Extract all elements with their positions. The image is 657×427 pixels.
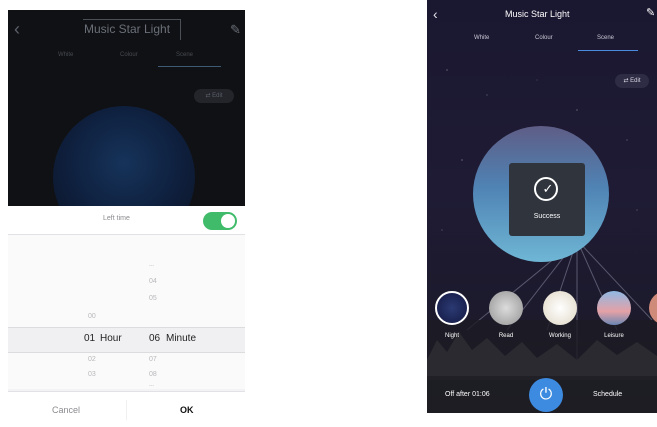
tab-scene[interactable]: Scene (597, 35, 614, 41)
left-tabs: White Colour Scene (8, 52, 245, 70)
hour-option[interactable]: 02 (88, 356, 96, 363)
check-icon: ✓ (542, 181, 554, 196)
page-title: Music Star Light (84, 22, 171, 36)
power-button[interactable]: ⏻ (529, 378, 563, 412)
button-divider (126, 400, 127, 420)
minute-option[interactable]: 08 (149, 371, 157, 378)
scene-leisure-thumb[interactable] (597, 291, 631, 325)
power-icon: ⏻ (539, 386, 553, 403)
time-picker[interactable]: 00 01 Hour 02 03 --- 04 05 06 Minute 07 … (8, 235, 245, 389)
picker-selection-band (8, 327, 245, 353)
tab-underline (158, 66, 221, 67)
scene-night-thumb[interactable] (435, 291, 469, 325)
ok-button[interactable]: OK (180, 405, 194, 415)
minute-option[interactable]: --- (149, 263, 154, 269)
edit-button[interactable]: ⇄ Edit (615, 74, 649, 88)
scene-working-thumb[interactable] (543, 291, 577, 325)
back-icon[interactable]: ‹ (433, 6, 438, 22)
sheet-buttons: Cancel OK (8, 391, 245, 426)
hour-unit-label: Hour (100, 333, 122, 344)
scene-night-label: Night (444, 333, 459, 339)
pencil-icon[interactable]: ✎ (230, 22, 241, 38)
left-time-label: Left time (103, 215, 130, 222)
right-screen: ‹ Music Star Light ✎ White Colour Scene … (427, 0, 657, 413)
minute-option[interactable]: 05 (149, 295, 157, 302)
scene-working-label: Working (549, 333, 571, 339)
off-after-timer[interactable]: Off after 01:06 (445, 391, 490, 398)
minute-option[interactable]: 04 (149, 278, 157, 285)
bottom-bar: Off after 01:06 ⏻ Schedule (427, 376, 657, 413)
minute-option[interactable]: 07 (149, 356, 157, 363)
success-text: Success (533, 213, 561, 220)
cancel-button[interactable]: Cancel (52, 405, 80, 415)
sheet-header: Left time (8, 206, 245, 235)
tab-colour[interactable]: Colour (535, 35, 553, 41)
tab-colour[interactable]: Colour (120, 52, 138, 58)
minute-unit-label: Minute (166, 333, 197, 344)
page-title: Music Star Light (505, 9, 570, 19)
schedule-button[interactable]: Schedule (593, 391, 622, 398)
pencil-icon[interactable]: ✎ (646, 6, 655, 19)
hour-selected[interactable]: 01 (84, 333, 95, 344)
tab-underline (578, 50, 638, 51)
edit-button[interactable]: ⇄ Edit (194, 89, 234, 103)
tab-white[interactable]: White (474, 35, 489, 41)
left-time-toggle[interactable] (203, 212, 237, 230)
hour-option[interactable]: 03 (88, 371, 96, 378)
hour-option[interactable]: 00 (88, 313, 96, 320)
success-toast: ✓ Success (509, 163, 585, 236)
left-screen: ‹ Music Star Light ✎ White Colour Scene … (8, 10, 245, 426)
check-circle-icon: ✓ (534, 177, 558, 201)
scene-read-thumb[interactable] (489, 291, 523, 325)
scene-leisure-label: Leisure (604, 333, 624, 339)
tab-scene[interactable]: Scene (176, 52, 193, 58)
tab-white[interactable]: White (58, 52, 73, 58)
toggle-knob (221, 214, 235, 228)
minute-option[interactable]: --- (149, 383, 154, 389)
back-icon[interactable]: ‹ (14, 20, 20, 38)
scene-read-label: Read (498, 333, 514, 339)
minute-selected[interactable]: 06 (149, 333, 160, 344)
left-header: ‹ Music Star Light ✎ (8, 10, 245, 48)
